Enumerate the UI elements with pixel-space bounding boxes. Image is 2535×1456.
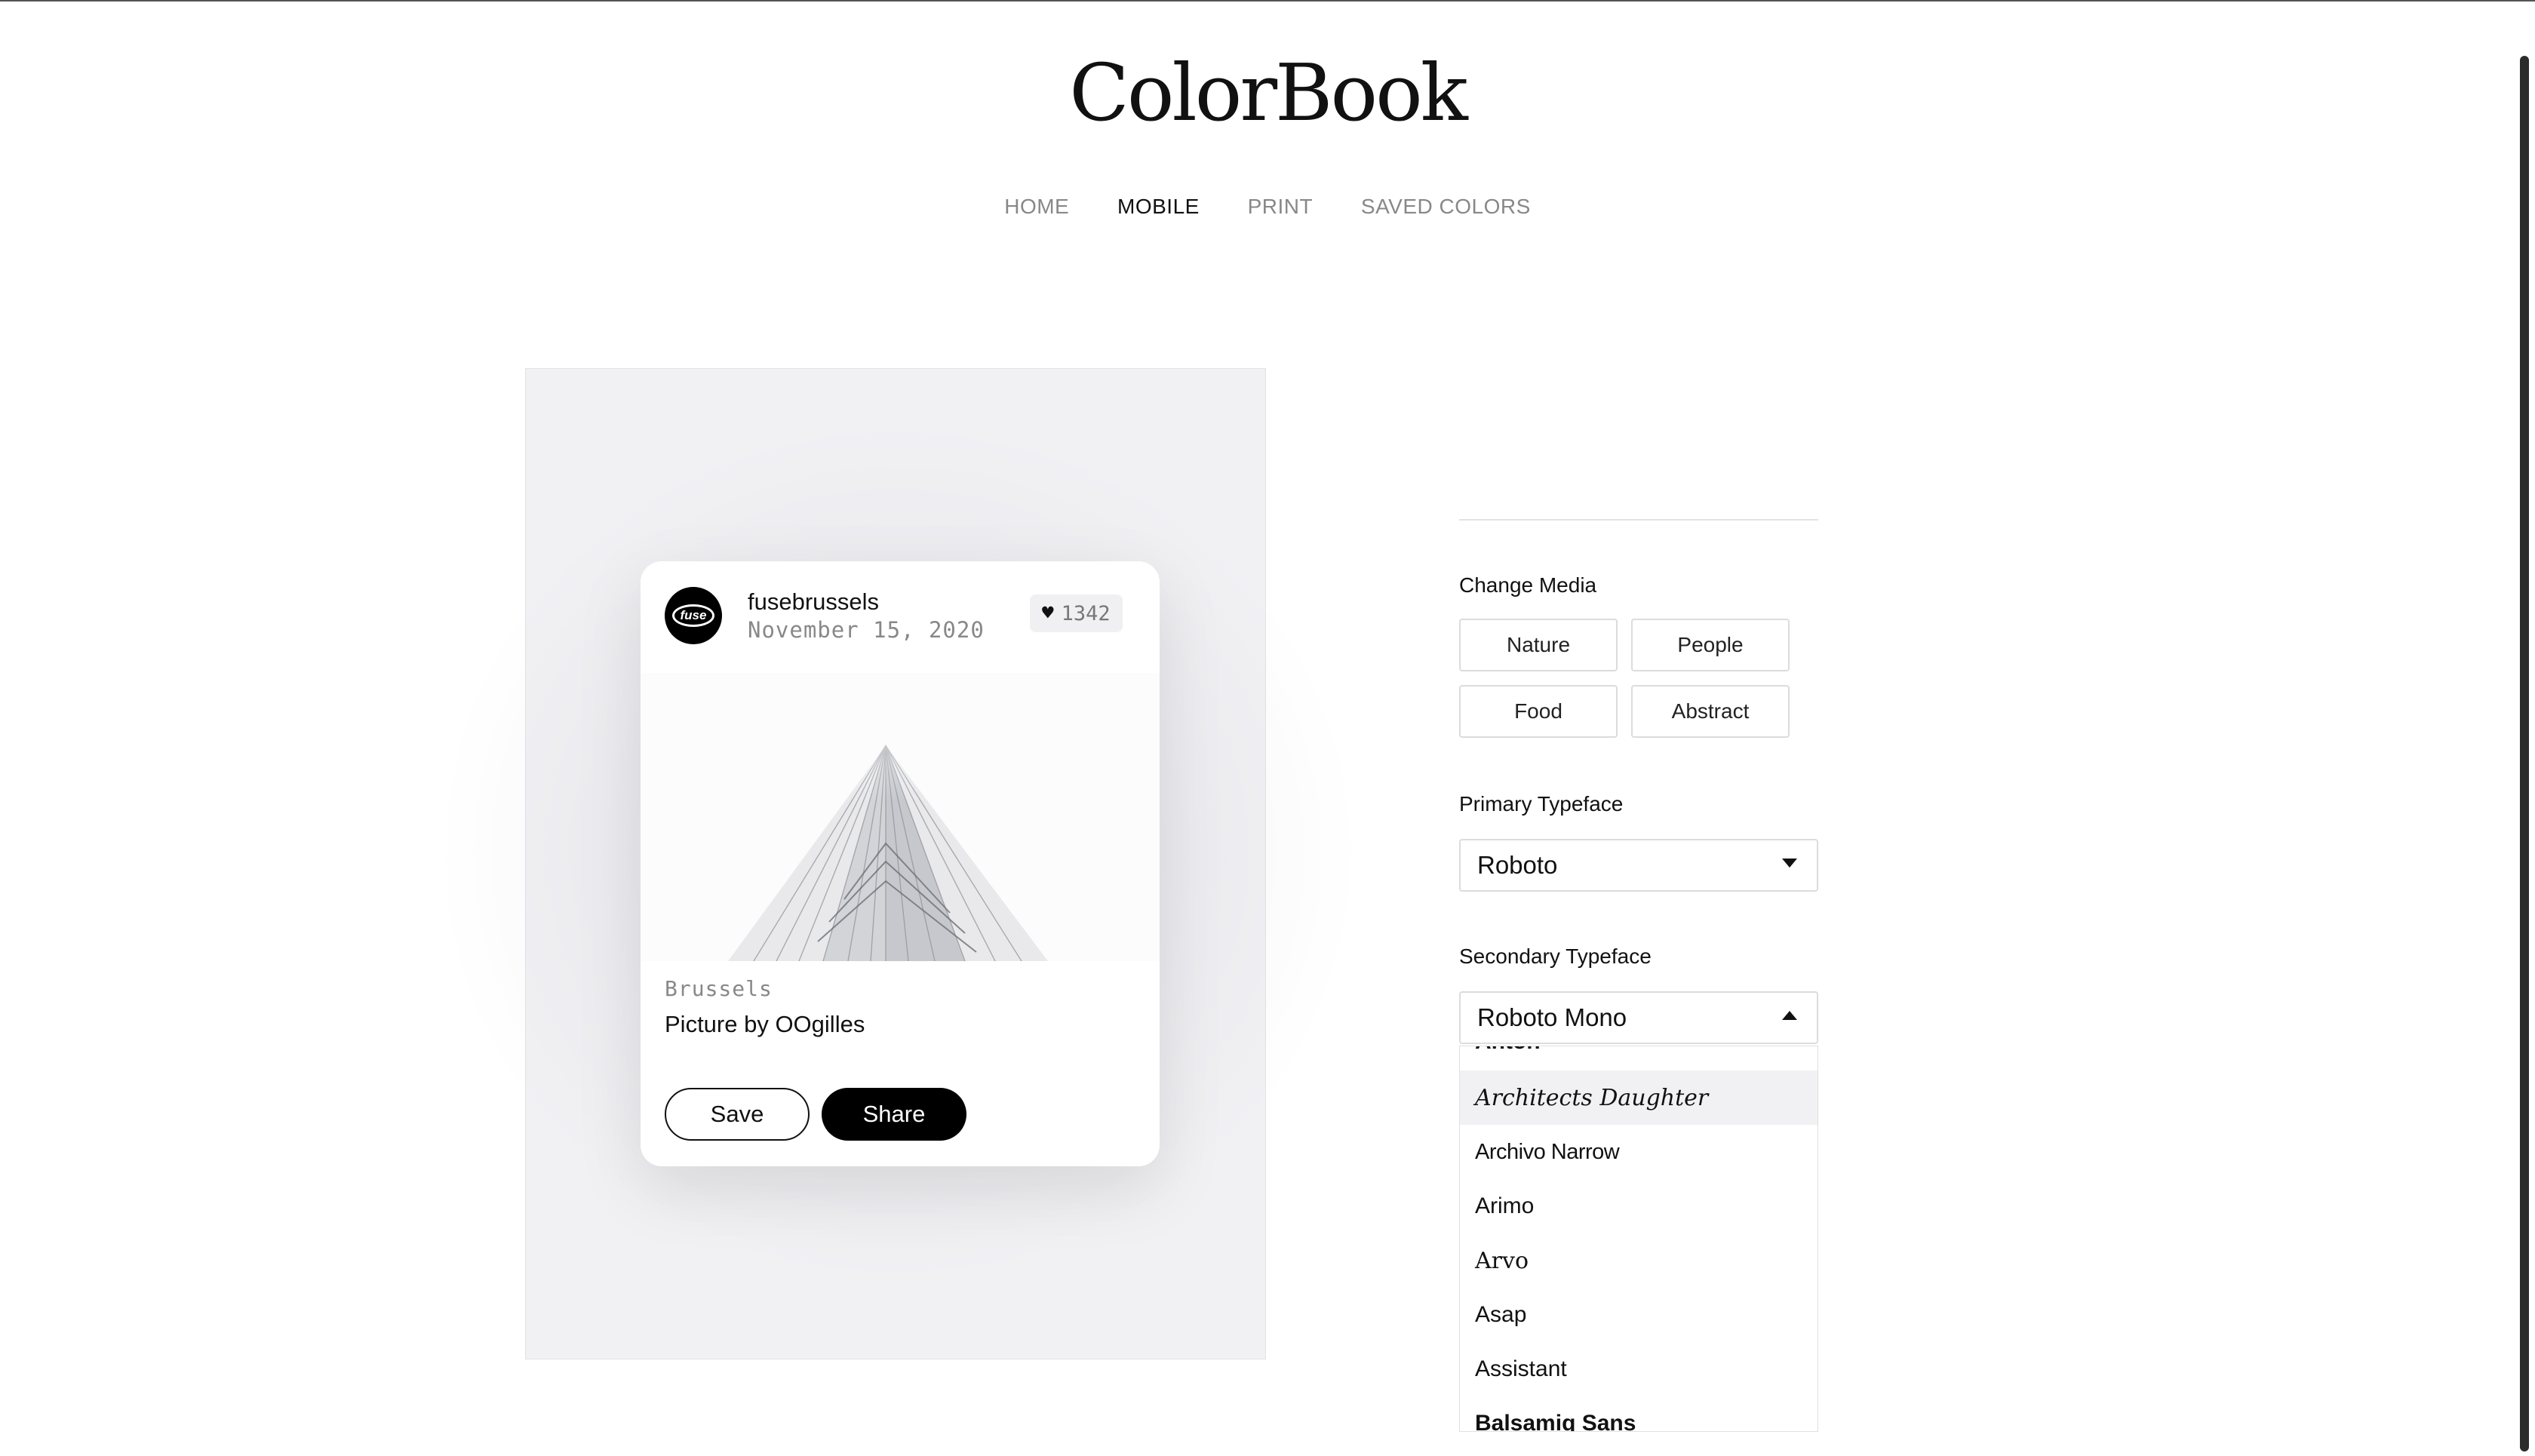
nav-saved-colors[interactable]: SAVED COLORS	[1361, 195, 1531, 219]
primary-typeface-value: Roboto	[1477, 851, 1558, 879]
save-button[interactable]: Save	[665, 1088, 810, 1141]
option-asap[interactable]: Asap	[1460, 1288, 1818, 1342]
nav-print[interactable]: PRINT	[1248, 195, 1314, 219]
option-architects-daughter[interactable]: Architects Daughter	[1460, 1070, 1818, 1125]
media-food-button[interactable]: Food	[1459, 685, 1618, 738]
heart-icon: ♥	[1042, 602, 1054, 625]
post-username: fusebrussels	[748, 588, 880, 615]
avatar-logo: fuse	[672, 604, 714, 627]
post-location: Brussels	[665, 976, 773, 1001]
typeface-dropdown-list[interactable]: Anton Architects Daughter Archivo Narrow…	[1459, 1046, 1818, 1432]
like-count: 1342	[1061, 601, 1111, 625]
avatar: fuse	[665, 587, 722, 644]
page-scrollbar[interactable]	[2520, 56, 2529, 1451]
option-anton[interactable]: Anton	[1460, 1046, 1818, 1069]
like-counter[interactable]: ♥ 1342	[1030, 594, 1123, 632]
share-button[interactable]: Share	[822, 1088, 966, 1141]
option-arvo[interactable]: Arvo	[1460, 1233, 1818, 1288]
media-abstract-button[interactable]: Abstract	[1631, 685, 1790, 738]
secondary-typeface-value: Roboto Mono	[1477, 1003, 1627, 1031]
option-archivo-narrow[interactable]: Archivo Narrow	[1460, 1125, 1818, 1179]
option-assistant[interactable]: Assistant	[1460, 1342, 1818, 1396]
caret-down-icon	[1782, 859, 1797, 868]
post-date: November 15, 2020	[748, 617, 985, 643]
option-balsamiq-sans[interactable]: Balsamiq Sans	[1460, 1396, 1818, 1431]
nav-mobile[interactable]: MOBILE	[1117, 195, 1200, 219]
media-people-button[interactable]: People	[1631, 619, 1790, 671]
option-arimo[interactable]: Arimo	[1460, 1179, 1818, 1233]
media-nature-button[interactable]: Nature	[1459, 619, 1618, 671]
secondary-typeface-select[interactable]: Roboto Mono	[1459, 991, 1818, 1044]
section-divider	[1459, 519, 1818, 521]
brand-logo[interactable]: ColorBook	[0, 47, 2535, 139]
secondary-typeface-label: Secondary Typeface	[1459, 945, 1652, 968]
window-top-border	[0, 0, 2535, 2]
nav-home[interactable]: HOME	[1004, 195, 1069, 219]
primary-typeface-select[interactable]: Roboto	[1459, 839, 1818, 892]
post-card: fuse fusebrussels November 15, 2020 ♥ 13…	[641, 561, 1160, 1166]
post-caption: Picture by OOgilles	[665, 1011, 865, 1037]
post-photo	[641, 673, 1160, 961]
main-nav: HOME MOBILE PRINT SAVED COLORS	[0, 195, 2535, 219]
change-media-label: Change Media	[1459, 573, 1597, 597]
primary-typeface-label: Primary Typeface	[1459, 792, 1624, 816]
caret-up-icon	[1782, 1011, 1797, 1020]
